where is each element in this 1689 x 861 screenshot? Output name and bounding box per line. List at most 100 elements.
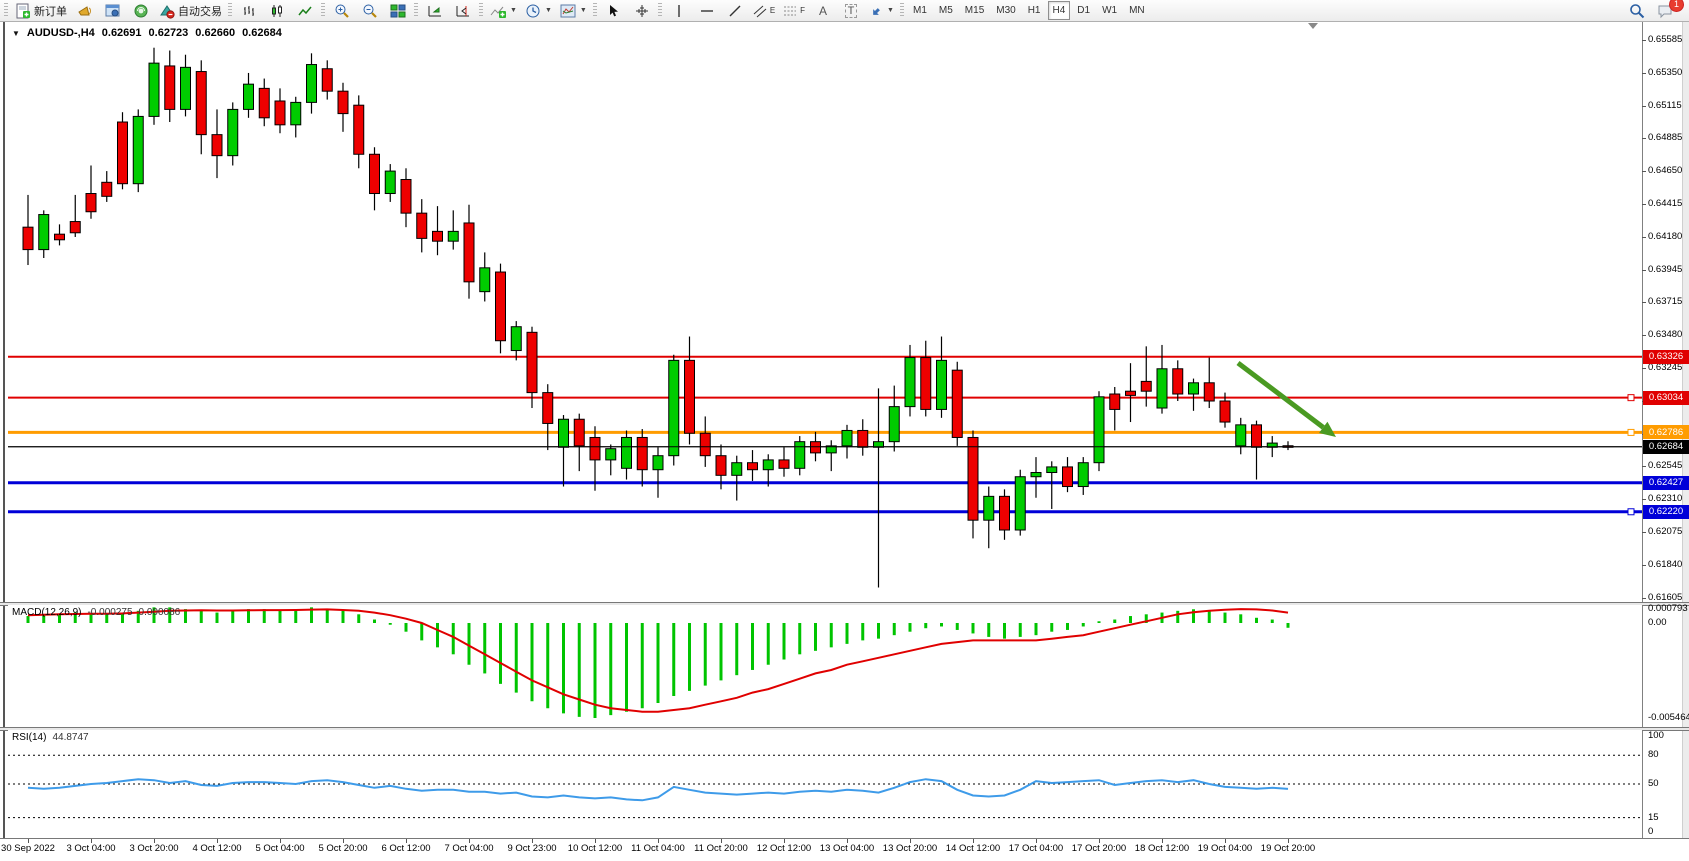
candle-body[interactable] [1063, 467, 1073, 487]
timeframe-button-d1[interactable]: D1 [1072, 1, 1095, 20]
trendline-tool-button[interactable] [721, 0, 749, 22]
candle-body[interactable] [70, 222, 80, 233]
candle-body[interactable] [165, 66, 175, 109]
candle-body[interactable] [590, 437, 600, 459]
notifications-button[interactable]: 1 [1651, 0, 1679, 22]
time-axis[interactable]: 30 Sep 20223 Oct 04:003 Oct 20:004 Oct 1… [0, 838, 1689, 861]
candle-body[interactable] [1094, 397, 1104, 463]
candle-body[interactable] [795, 442, 805, 469]
candle-body[interactable] [228, 109, 238, 155]
candle-body[interactable] [606, 449, 616, 460]
candle-body[interactable] [448, 231, 458, 241]
candle-body[interactable] [118, 122, 128, 184]
candle-body[interactable] [1204, 383, 1214, 401]
horizontal-line-tool-button[interactable] [693, 0, 721, 22]
templates-button[interactable]: ▼ [556, 0, 591, 22]
timeframe-button-m30[interactable]: M30 [991, 1, 1020, 20]
candle-body[interactable] [196, 72, 206, 135]
line-chart-button[interactable] [291, 0, 319, 22]
candle-body[interactable] [181, 67, 191, 109]
candle-body[interactable] [527, 332, 537, 392]
candle-body[interactable] [370, 154, 380, 193]
line-handle[interactable] [1628, 509, 1634, 515]
timeframe-button-mn[interactable]: MN [1124, 1, 1150, 20]
timeframe-button-h1[interactable]: H1 [1023, 1, 1046, 20]
line-handle[interactable] [1628, 429, 1634, 435]
candle-body[interactable] [275, 101, 285, 125]
candle-body[interactable] [354, 105, 364, 154]
macd-panel-canvas[interactable] [8, 605, 1642, 727]
cursor-tool-button[interactable] [600, 0, 628, 22]
rsi-panel-canvas[interactable] [8, 730, 1642, 838]
candle-body[interactable] [338, 91, 348, 113]
new-order-button[interactable]: 新订单 [11, 0, 71, 22]
arrows-tool-button[interactable]: ▼ [865, 0, 898, 22]
candle-body[interactable] [952, 370, 962, 437]
zoom-out-button[interactable] [356, 0, 384, 22]
candle-body[interactable] [86, 194, 96, 212]
candle-body[interactable] [700, 433, 710, 455]
zoom-in-button[interactable] [328, 0, 356, 22]
candle-body[interactable] [1236, 425, 1246, 446]
candle-body[interactable] [779, 460, 789, 468]
candle-body[interactable] [291, 102, 301, 124]
candle-body[interactable] [984, 496, 994, 520]
text-label-tool-button[interactable]: T [837, 0, 865, 22]
candle-body[interactable] [307, 65, 317, 103]
trend-arrow-shaft[interactable] [1238, 363, 1323, 427]
candle-body[interactable] [1189, 383, 1199, 394]
candle-body[interactable] [858, 430, 868, 447]
equidistant-channel-tool-button[interactable]: E [749, 0, 779, 22]
timeframe-button-h4[interactable]: H4 [1048, 1, 1071, 20]
candle-body[interactable] [921, 358, 931, 410]
candle-body[interactable] [259, 88, 269, 117]
candle-body[interactable] [653, 456, 663, 470]
candle-body[interactable] [543, 393, 553, 424]
candle-body[interactable] [480, 268, 490, 292]
chart-shift-button[interactable] [449, 0, 477, 22]
candle-body[interactable] [732, 463, 742, 476]
candle-body[interactable] [23, 227, 33, 249]
candle-body[interactable] [685, 360, 695, 433]
candle-body[interactable] [1015, 477, 1025, 530]
candle-body[interactable] [1078, 463, 1088, 487]
auto-scroll-button[interactable] [421, 0, 449, 22]
candle-body[interactable] [1173, 369, 1183, 394]
candle-body[interactable] [401, 179, 411, 213]
timeframe-button-m1[interactable]: M1 [908, 1, 932, 20]
text-tool-button[interactable]: A [809, 0, 837, 22]
one-click-collapse-icon[interactable]: ▼ [12, 29, 20, 38]
indicators-button[interactable]: ▼ [486, 0, 521, 22]
candle-body[interactable] [748, 463, 758, 470]
candle-body[interactable] [1157, 369, 1167, 408]
vertical-line-tool-button[interactable] [665, 0, 693, 22]
candle-body[interactable] [889, 407, 899, 442]
candlestick-chart-button[interactable] [263, 0, 291, 22]
timeframe-button-w1[interactable]: W1 [1097, 1, 1122, 20]
candle-body[interactable] [1220, 401, 1230, 422]
metaeditor-button[interactable] [99, 0, 127, 22]
bar-chart-button[interactable] [235, 0, 263, 22]
line-handle[interactable] [1628, 395, 1634, 401]
candle-body[interactable] [937, 360, 947, 409]
candle-body[interactable] [385, 171, 395, 193]
candle-body[interactable] [511, 327, 521, 351]
chart-shift-marker[interactable] [1308, 23, 1318, 29]
candle-body[interactable] [464, 223, 474, 282]
candle-body[interactable] [716, 456, 726, 476]
candle-body[interactable] [574, 419, 584, 446]
candle-body[interactable] [637, 437, 647, 469]
candle-body[interactable] [1110, 394, 1120, 409]
candle-body[interactable] [55, 234, 65, 240]
candle-body[interactable] [842, 430, 852, 445]
candle-body[interactable] [322, 69, 332, 91]
candle-body[interactable] [244, 84, 254, 109]
candle-body[interactable] [133, 116, 143, 183]
candle-body[interactable] [433, 231, 443, 241]
alerts-button[interactable] [71, 0, 99, 22]
candle-body[interactable] [622, 437, 632, 468]
tile-windows-button[interactable] [384, 0, 412, 22]
candle-body[interactable] [763, 460, 773, 470]
periods-button[interactable]: ▼ [521, 0, 556, 22]
candle-body[interactable] [496, 272, 506, 341]
